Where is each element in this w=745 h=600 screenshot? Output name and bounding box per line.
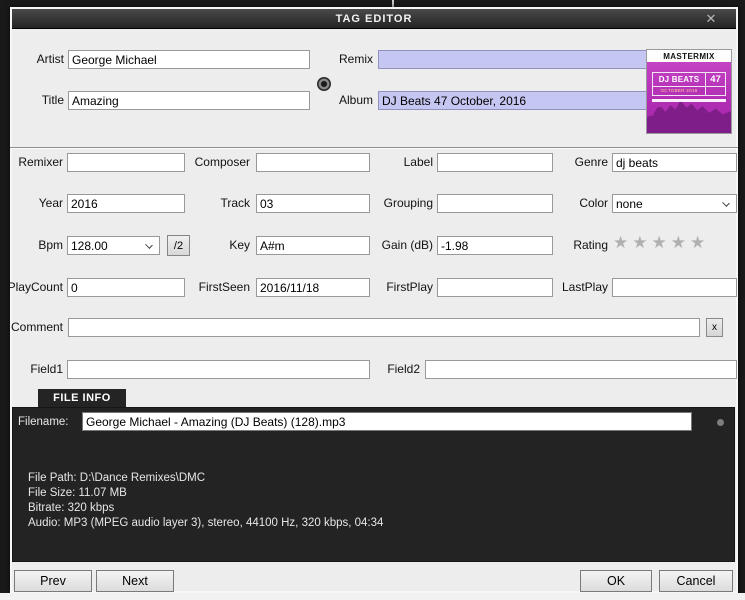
remix-input[interactable] <box>378 50 656 69</box>
remixer-label: Remixer <box>18 155 63 169</box>
firstplay-input[interactable] <box>437 278 553 297</box>
close-icon[interactable]: ✕ <box>698 9 724 29</box>
album-art[interactable]: MASTERMIX DJ BEATS 47 OCTOBER 2016 <box>646 49 732 134</box>
firstseen-input[interactable] <box>256 278 370 297</box>
background-app-strip <box>0 593 745 600</box>
album-label: Album <box>338 93 373 107</box>
file-path-text: File Path: D:\Dance Remixes\DMC <box>28 472 206 484</box>
firstseen-label: FirstSeen <box>198 280 250 294</box>
track-input[interactable] <box>256 194 370 213</box>
album-art-brand: MASTERMIX <box>663 51 715 61</box>
lastplay-label: LastPlay <box>561 280 608 294</box>
bpm-label: Bpm <box>38 238 63 252</box>
comment-label: Comment <box>10 320 63 334</box>
prev-button[interactable]: Prev <box>14 570 92 592</box>
filename-dot-button[interactable] <box>717 419 724 426</box>
playcount-label: PlayCount <box>7 280 63 294</box>
label-input[interactable] <box>437 153 553 172</box>
cancel-button[interactable]: Cancel <box>659 570 733 592</box>
bpm-select[interactable]: 128.00 <box>67 236 160 255</box>
filename-label: Filename: <box>18 416 69 428</box>
ok-button[interactable]: OK <box>580 570 652 592</box>
album-art-row2: OCTOBER 2016 <box>653 87 725 95</box>
firstplay-label: FirstPlay <box>386 280 433 294</box>
tab-file-info[interactable]: FILE INFO <box>38 389 126 407</box>
key-input[interactable] <box>256 236 370 255</box>
dialog-title: TAG EDITOR <box>335 12 413 25</box>
field1-label: Field1 <box>30 362 63 376</box>
dialog-titlebar: TAG EDITOR ✕ <box>12 9 736 29</box>
comment-clear-button[interactable]: x <box>706 318 723 337</box>
grouping-label: Grouping <box>383 196 433 210</box>
chevron-down-icon <box>145 241 153 249</box>
next-button[interactable]: Next <box>96 570 174 592</box>
color-label: Color <box>579 196 608 210</box>
album-art-fine-print <box>706 87 725 95</box>
dj-silhouette-graphic <box>647 100 731 133</box>
chevron-down-icon <box>722 199 730 207</box>
album-art-row1: DJ BEATS 47 <box>653 73 725 87</box>
field2-input[interactable] <box>425 360 737 379</box>
tag-editor-screen: TAG EDITOR ✕ Artist Remix Title Album MA… <box>0 0 745 600</box>
track-label: Track <box>220 196 250 210</box>
album-art-title-box: DJ BEATS 47 OCTOBER 2016 <box>652 72 726 96</box>
artist-input[interactable] <box>68 50 310 69</box>
bitrate-text: Bitrate: 320 kbps <box>28 502 115 514</box>
album-art-series: DJ BEATS <box>653 73 706 86</box>
section-separator <box>10 147 738 149</box>
title-label: Title <box>41 93 64 107</box>
album-art-number: 47 <box>710 74 721 85</box>
key-label: Key <box>229 238 250 252</box>
artist-label: Artist <box>36 52 64 66</box>
record-dot-button[interactable] <box>317 77 331 91</box>
file-size-text: File Size: 11.07 MB <box>28 487 127 499</box>
album-art-brand-band: MASTERMIX <box>647 50 731 62</box>
year-input[interactable] <box>67 194 185 213</box>
filename-input[interactable] <box>82 412 692 431</box>
composer-input[interactable] <box>256 153 370 172</box>
color-select-value: none <box>616 196 643 211</box>
album-art-edition: OCTOBER 2016 <box>653 87 706 95</box>
remix-label: Remix <box>338 52 373 66</box>
bpm-select-value: 128.00 <box>71 238 108 253</box>
composer-label: Composer <box>194 155 250 169</box>
playcount-input[interactable] <box>67 278 185 297</box>
background-artifact <box>392 0 394 7</box>
rating-stars[interactable]: ★★★★★ <box>613 233 709 253</box>
genre-label: Genre <box>574 155 608 169</box>
label-label: Label <box>403 155 433 169</box>
remixer-input[interactable] <box>67 153 185 172</box>
genre-input[interactable] <box>612 153 737 172</box>
field2-label: Field2 <box>387 362 420 376</box>
comment-input[interactable] <box>68 318 700 337</box>
gain-label: Gain (dB) <box>381 238 433 252</box>
album-input[interactable] <box>378 91 656 110</box>
album-art-strip <box>652 99 726 102</box>
lastplay-input[interactable] <box>612 278 737 297</box>
year-label: Year <box>38 196 63 210</box>
rating-label: Rating <box>573 238 608 252</box>
title-input[interactable] <box>68 91 310 110</box>
gain-input[interactable] <box>437 236 553 255</box>
grouping-input[interactable] <box>437 194 553 213</box>
audio-format-text: Audio: MP3 (MPEG audio layer 3), stereo,… <box>28 517 384 529</box>
field1-input[interactable] <box>67 360 370 379</box>
color-select[interactable]: none <box>612 194 737 213</box>
